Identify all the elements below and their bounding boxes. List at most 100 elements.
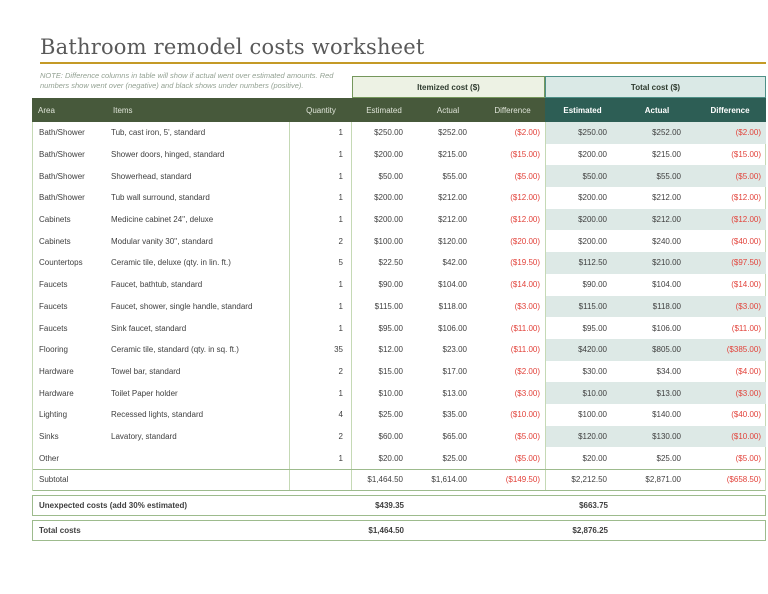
cell-area[interactable]: Bath/Shower [33,165,107,187]
cell-total-estimated[interactable]: $112.50 [545,252,620,274]
cell-itemized-estimated[interactable]: $200.00 [352,209,416,231]
cell-itemized-actual[interactable]: $35.00 [416,404,480,426]
cell-area[interactable]: Faucets [33,296,107,318]
unexpected-costs-total-value[interactable]: $663.75 [546,496,621,515]
cell-itemized-actual[interactable]: $13.00 [416,382,480,404]
cell-quantity[interactable]: 2 [290,230,352,252]
cell-total-actual[interactable]: $212.00 [620,187,694,209]
cell-itemized-difference[interactable]: ($14.00) [480,274,545,296]
cell-total-actual[interactable]: $805.00 [620,339,694,361]
unexpected-costs-itemized-value[interactable]: $439.35 [353,496,417,515]
cell-itemized-actual[interactable]: $17.00 [416,361,480,383]
cell-total-actual[interactable]: $215.00 [620,144,694,166]
cell-total-estimated[interactable]: $200.00 [545,209,620,231]
cell-total-estimated[interactable]: $200.00 [545,187,620,209]
cell-total-difference[interactable]: ($15.00) [694,144,766,166]
cell-total-actual[interactable]: $130.00 [620,426,694,448]
cell-quantity[interactable]: 1 [290,122,352,144]
cell-total-difference[interactable]: ($40.00) [694,404,766,426]
cell-total-estimated[interactable]: $30.00 [545,361,620,383]
cell-itemized-actual[interactable]: $1,614.00 [416,470,480,490]
cell-itemized-estimated[interactable]: $60.00 [352,426,416,448]
cell-total-actual[interactable]: $140.00 [620,404,694,426]
cell-item[interactable]: Faucet, shower, single handle, standard [107,296,290,318]
cell-total-estimated[interactable]: $115.00 [545,296,620,318]
cell-total-estimated[interactable]: $200.00 [545,144,620,166]
cell-total-estimated[interactable]: $2,212.50 [545,470,620,490]
column-header-itemized-difference[interactable]: Difference [480,98,545,122]
cell-item[interactable]: Medicine cabinet 24'', deluxe [107,209,290,231]
cell-total-estimated[interactable]: $90.00 [545,274,620,296]
cell-itemized-estimated[interactable]: $12.00 [352,339,416,361]
cell-total-difference[interactable]: ($3.00) [694,296,766,318]
cell-itemized-actual[interactable]: $120.00 [416,230,480,252]
cell-itemized-difference[interactable]: ($20.00) [480,230,545,252]
column-header-itemized-actual[interactable]: Actual [416,98,480,122]
cell-itemized-difference[interactable]: ($149.50) [480,470,545,490]
cell-itemized-estimated[interactable]: $100.00 [352,230,416,252]
cell-area[interactable]: Subtotal [33,470,107,490]
cell-itemized-estimated[interactable]: $90.00 [352,274,416,296]
cell-itemized-actual[interactable]: $118.00 [416,296,480,318]
cell-quantity[interactable]: 5 [290,252,352,274]
cell-total-estimated[interactable]: $95.00 [545,317,620,339]
column-header-total-actual[interactable]: Actual [620,98,694,122]
column-header-quantity[interactable]: Quantity [290,98,352,122]
cell-total-difference[interactable]: ($10.00) [694,426,766,448]
cell-total-difference[interactable]: ($658.50) [694,470,766,490]
cell-itemized-actual[interactable]: $42.00 [416,252,480,274]
cell-quantity[interactable]: 1 [290,209,352,231]
cell-itemized-actual[interactable]: $212.00 [416,187,480,209]
cell-item[interactable]: Tub, cast iron, 5', standard [107,122,290,144]
cell-itemized-estimated[interactable]: $200.00 [352,187,416,209]
cell-itemized-estimated[interactable]: $20.00 [352,447,416,469]
cell-area[interactable]: Faucets [33,317,107,339]
cell-total-estimated[interactable]: $250.00 [545,122,620,144]
cell-item[interactable]: Towel bar, standard [107,361,290,383]
cell-quantity[interactable] [290,470,352,490]
cell-area[interactable]: Flooring [33,339,107,361]
cell-item[interactable]: Lavatory, standard [107,426,290,448]
cell-itemized-actual[interactable]: $25.00 [416,447,480,469]
cell-itemized-estimated[interactable]: $200.00 [352,144,416,166]
cell-item[interactable] [107,447,290,469]
column-header-total-estimated[interactable]: Estimated [545,98,620,122]
cell-item[interactable]: Sink faucet, standard [107,317,290,339]
cell-item[interactable]: Recessed lights, standard [107,404,290,426]
cell-item[interactable] [107,470,290,490]
cell-quantity[interactable]: 1 [290,382,352,404]
cell-total-actual[interactable]: $210.00 [620,252,694,274]
cell-itemized-difference[interactable]: ($2.00) [480,122,545,144]
cell-total-actual[interactable]: $106.00 [620,317,694,339]
cell-itemized-actual[interactable]: $23.00 [416,339,480,361]
cell-total-actual[interactable]: $25.00 [620,447,694,469]
cell-itemized-actual[interactable]: $212.00 [416,209,480,231]
cell-item[interactable]: Ceramic tile, deluxe (qty. in lin. ft.) [107,252,290,274]
column-header-area[interactable]: Area [32,98,107,122]
cell-itemized-difference[interactable]: ($15.00) [480,144,545,166]
cell-itemized-difference[interactable]: ($11.00) [480,317,545,339]
cell-quantity[interactable]: 1 [290,144,352,166]
cell-total-difference[interactable]: ($11.00) [694,317,766,339]
cell-area[interactable]: Cabinets [33,209,107,231]
cell-total-actual[interactable]: $55.00 [620,165,694,187]
cell-itemized-estimated[interactable]: $1,464.50 [352,470,416,490]
unexpected-costs-label[interactable]: Unexpected costs (add 30% estimated) [33,496,353,515]
cell-total-actual[interactable]: $118.00 [620,296,694,318]
cell-itemized-estimated[interactable]: $25.00 [352,404,416,426]
cell-total-actual[interactable]: $13.00 [620,382,694,404]
cell-total-estimated[interactable]: $120.00 [545,426,620,448]
cell-area[interactable]: Sinks [33,426,107,448]
cell-area[interactable]: Countertops [33,252,107,274]
column-header-total-difference[interactable]: Difference [694,98,766,122]
cell-area[interactable]: Bath/Shower [33,122,107,144]
cell-itemized-estimated[interactable]: $22.50 [352,252,416,274]
cell-area[interactable]: Hardware [33,361,107,383]
cell-total-actual[interactable]: $104.00 [620,274,694,296]
cell-itemized-difference[interactable]: ($2.00) [480,361,545,383]
cell-total-difference[interactable]: ($3.00) [694,382,766,404]
cell-itemized-difference[interactable]: ($5.00) [480,447,545,469]
cell-item[interactable]: Modular vanity 30'', standard [107,230,290,252]
cell-total-estimated[interactable]: $420.00 [545,339,620,361]
cell-itemized-difference[interactable]: ($5.00) [480,426,545,448]
